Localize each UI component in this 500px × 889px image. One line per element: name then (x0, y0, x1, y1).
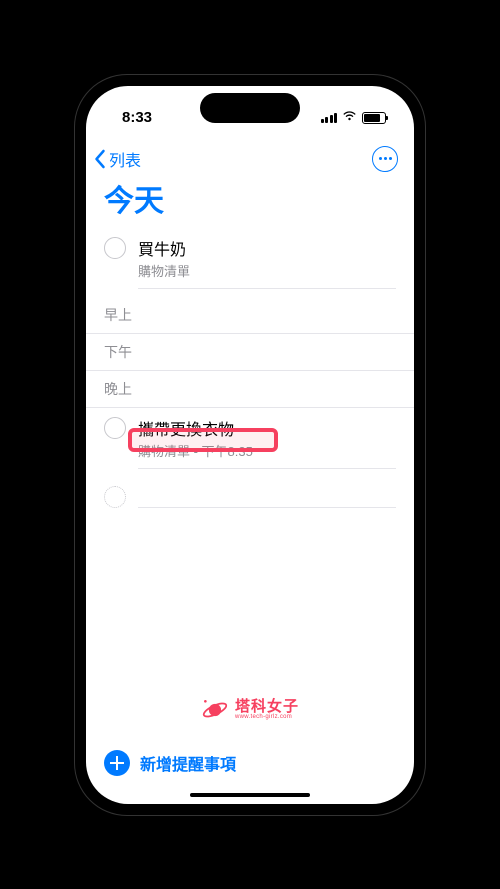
watermark-title: 塔科女子 (235, 699, 299, 714)
home-indicator[interactable] (190, 793, 310, 797)
watermark-url: www.tech-girlz.com (235, 714, 299, 720)
radio-unchecked[interactable] (104, 237, 126, 259)
reminder-title: 攜帶更換衣物 (138, 416, 396, 440)
section-afternoon: 下午 (86, 334, 414, 371)
phone-frame: 8:33 列表 今天 買牛奶 (75, 75, 425, 815)
back-button[interactable]: 列表 (94, 147, 141, 171)
section-morning: 早上 (86, 297, 414, 334)
watermark: 塔科女子 www.tech-girlz.com (201, 696, 299, 724)
page-title: 今天 (86, 174, 414, 228)
back-label: 列表 (109, 147, 141, 171)
reminder-sub: 購物清單 (138, 261, 396, 280)
wifi-icon (342, 109, 357, 127)
reminder-item[interactable]: 買牛奶 購物清單 (86, 228, 414, 297)
add-reminder-button[interactable]: 新增提醒事項 (104, 750, 236, 776)
radio-unchecked[interactable] (104, 417, 126, 439)
planet-icon (201, 696, 229, 724)
reminder-item-empty[interactable] (86, 477, 414, 516)
status-icons (321, 109, 387, 127)
reminder-sub: 購物清單 - 下午8:35 (138, 441, 396, 460)
status-time: 8:33 (122, 109, 152, 126)
battery-icon (362, 112, 386, 124)
reminder-item[interactable]: 攜帶更換衣物 購物清單 - 下午8:35 (86, 408, 414, 477)
nav-bar: 列表 (86, 142, 414, 174)
section-evening: 晚上 (86, 371, 414, 408)
dynamic-island (200, 93, 300, 123)
add-reminder-label: 新增提醒事項 (140, 751, 236, 775)
radio-placeholder[interactable] (104, 486, 126, 508)
screen: 8:33 列表 今天 買牛奶 (86, 86, 414, 804)
reminder-title: 買牛奶 (138, 236, 396, 260)
plus-circle-icon (104, 750, 130, 776)
cellular-icon (321, 113, 338, 123)
ellipsis-icon (379, 157, 392, 160)
more-button[interactable] (372, 146, 398, 172)
